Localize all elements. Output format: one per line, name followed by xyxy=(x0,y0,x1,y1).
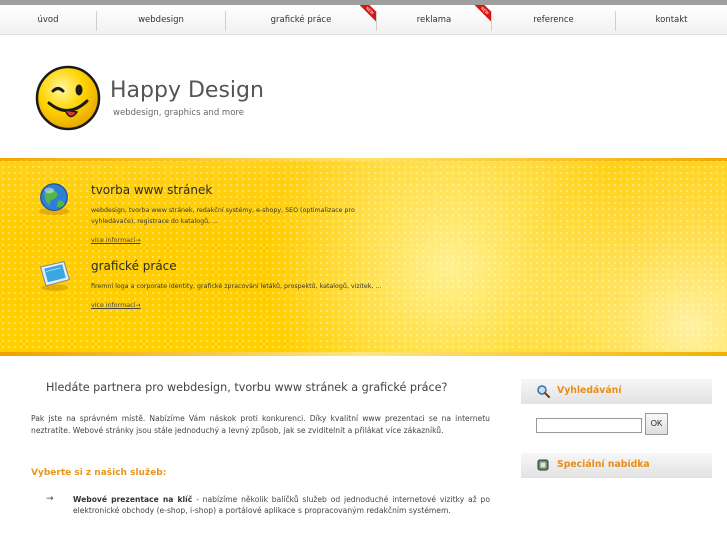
logo-title: Happy Design xyxy=(110,78,264,103)
more-info-link[interactable]: více informací→ xyxy=(91,237,141,244)
search-input[interactable] xyxy=(536,418,642,433)
special-offer-title: Speciální nabídka xyxy=(557,459,650,470)
nav-item-kontakt[interactable]: kontakt xyxy=(616,5,727,35)
services-banner: tvorba www stránek webdesign, tvorba www… xyxy=(0,158,727,356)
nav-item-uvod[interactable]: úvod xyxy=(0,5,96,35)
arrow-icon: → xyxy=(46,494,54,504)
banner-edge xyxy=(0,158,727,161)
service-title: tvorba www stránek xyxy=(91,183,213,197)
list-item-bold: Webové prezentace na klíč xyxy=(73,495,193,504)
service-graphics: grafické práce firemní loga a corporate … xyxy=(91,259,391,311)
banner-edge xyxy=(0,352,727,356)
services-heading: Vyberte si z našich služeb: xyxy=(31,468,167,478)
service-text: firemní loga a corporate identity, grafi… xyxy=(91,283,382,290)
logo-subtitle: webdesign, graphics and more xyxy=(113,108,244,118)
magnifier-icon xyxy=(537,385,550,398)
search-title: Vyhledávání xyxy=(557,385,622,396)
smiley-logo-icon[interactable] xyxy=(35,65,101,131)
special-offer-header[interactable]: Speciální nabídka xyxy=(521,453,712,478)
monitor-icon xyxy=(39,260,71,291)
list-item-text: Webové prezentace na klíč - nabízíme něk… xyxy=(73,494,490,516)
more-info-link[interactable]: více informací→ xyxy=(91,302,141,309)
chip-icon xyxy=(537,459,549,471)
service-title: grafické práce xyxy=(91,259,177,273)
service-text: webdesign, tvorba www stránek, redakční … xyxy=(91,207,355,225)
search-button[interactable]: OK xyxy=(645,413,668,435)
new-badge: NEW xyxy=(359,5,376,22)
intro-text: Pak jste na správném místě. Nabízíme Vám… xyxy=(31,414,490,435)
service-web: tvorba www stránek webdesign, tvorba www… xyxy=(91,183,391,246)
nav-item-graficke-prace[interactable]: grafické práce xyxy=(226,5,376,35)
main-nav: úvod webdesign grafické práce reklama re… xyxy=(0,5,727,35)
globe-icon xyxy=(38,183,70,216)
main-heading: Hledáte partnera pro webdesign, tvorbu w… xyxy=(46,381,448,394)
nav-item-webdesign[interactable]: webdesign xyxy=(97,5,225,35)
new-badge: NEW xyxy=(474,5,491,22)
search-box-header: Vyhledávání xyxy=(521,379,712,404)
nav-item-reference[interactable]: reference xyxy=(492,5,615,35)
